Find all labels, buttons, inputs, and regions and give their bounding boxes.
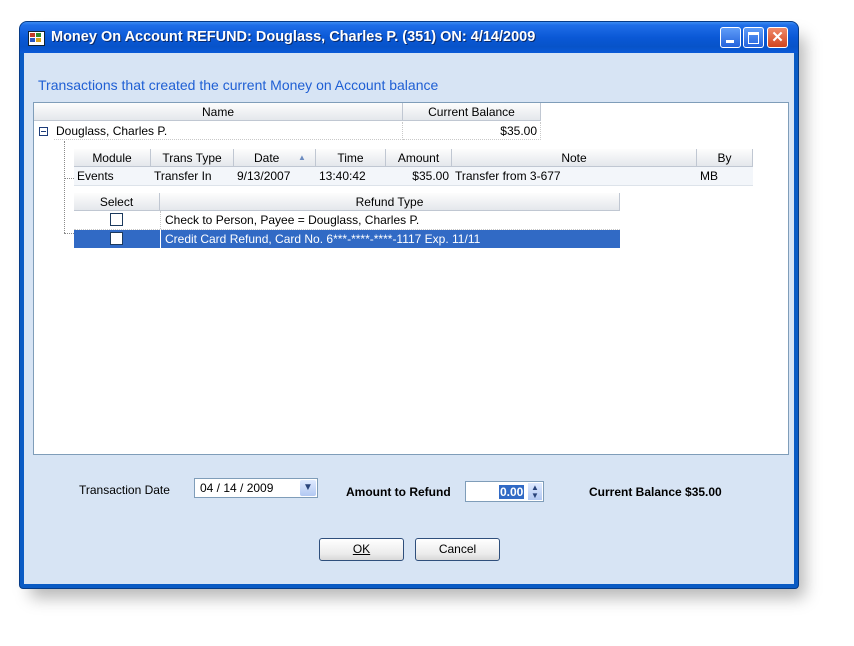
tree-line (64, 178, 74, 179)
amount-to-refund-input[interactable]: 0.00 ▲ ▼ (465, 481, 544, 502)
cancel-button[interactable]: Cancel (415, 538, 500, 561)
transaction-date-label: Transaction Date (79, 483, 170, 497)
transactions-grid[interactable]: Name Current Balance Douglass, Charles P… (33, 102, 789, 455)
close-icon: ✕ (771, 29, 784, 46)
amount-spinner[interactable]: ▲ ▼ (528, 483, 542, 500)
column-header-refund-type[interactable]: Refund Type (160, 193, 620, 211)
column-header-note[interactable]: Note (452, 149, 697, 167)
transaction-module: Events (77, 169, 114, 183)
refund-row-check[interactable]: Check to Person, Payee = Douglass, Charl… (74, 211, 620, 230)
column-header-current-balance[interactable]: Current Balance (403, 103, 541, 121)
transaction-by: MB (700, 169, 718, 183)
tree-line (64, 233, 74, 234)
transaction-note: Transfer from 3-677 (455, 169, 561, 183)
transaction-type: Transfer In (154, 169, 212, 183)
sort-ascending-icon: ▲ (298, 153, 306, 162)
maximize-button[interactable] (743, 27, 764, 48)
refund-dialog: Money On Account REFUND: Douglass, Charl… (20, 22, 798, 588)
cancel-button-label: Cancel (438, 542, 477, 556)
column-header-time[interactable]: Time (316, 149, 386, 167)
column-header-date[interactable]: Date ▲ (234, 149, 316, 167)
refund-type-check: Check to Person, Payee = Douglass, Charl… (160, 211, 620, 229)
transaction-date-picker[interactable]: 04 / 14 / 2009 ▼ (194, 478, 318, 498)
spin-down-icon[interactable]: ▼ (531, 491, 539, 500)
chevron-down-icon[interactable]: ▼ (300, 480, 316, 496)
transaction-date: 9/13/2007 (237, 169, 291, 183)
grid-heading: Transactions that created the current Mo… (38, 77, 439, 93)
tree-line (64, 141, 65, 233)
column-header-trans-type[interactable]: Trans Type (151, 149, 234, 167)
transaction-amount: $35.00 (412, 169, 449, 183)
transaction-time: 13:40:42 (319, 169, 366, 183)
column-header-module[interactable]: Module (74, 149, 151, 167)
ok-button-label: OK (352, 542, 371, 556)
refund-row-credit-card[interactable]: Credit Card Refund, Card No. 6***-****-*… (74, 230, 620, 248)
column-header-by[interactable]: By (697, 149, 753, 167)
ok-button[interactable]: OK (319, 538, 404, 561)
amount-to-refund-label: Amount to Refund (346, 485, 451, 499)
dialog-body: Transactions that created the current Mo… (24, 53, 794, 584)
window-title: Money On Account REFUND: Douglass, Charl… (51, 29, 536, 45)
current-balance-summary: Current Balance $35.00 (589, 485, 722, 499)
account-balance[interactable]: $35.00 (403, 122, 541, 140)
select-checkbox[interactable] (110, 232, 123, 245)
select-checkbox[interactable] (110, 213, 123, 226)
app-icon[interactable] (28, 31, 45, 46)
column-header-select[interactable]: Select (74, 193, 160, 211)
minimize-button[interactable] (720, 27, 741, 48)
close-button[interactable]: ✕ (767, 27, 788, 48)
refund-type-credit-card: Credit Card Refund, Card No. 6***-****-*… (160, 230, 620, 248)
amount-to-refund-value: 0.00 (499, 485, 525, 499)
collapse-toggle-icon[interactable] (39, 127, 48, 136)
title-bar[interactable]: Money On Account REFUND: Douglass, Charl… (20, 22, 798, 53)
date-header-label: Date (254, 151, 280, 165)
column-header-amount[interactable]: Amount (386, 149, 452, 167)
transaction-row[interactable]: Events Transfer In 9/13/2007 13:40:42 $3… (74, 167, 753, 186)
account-name[interactable]: Douglass, Charles P. (54, 122, 403, 140)
transaction-date-value: 04 / 14 / 2009 (200, 481, 274, 495)
maximize-icon (748, 32, 759, 44)
column-header-name[interactable]: Name (34, 103, 403, 121)
minimize-icon (726, 40, 734, 43)
